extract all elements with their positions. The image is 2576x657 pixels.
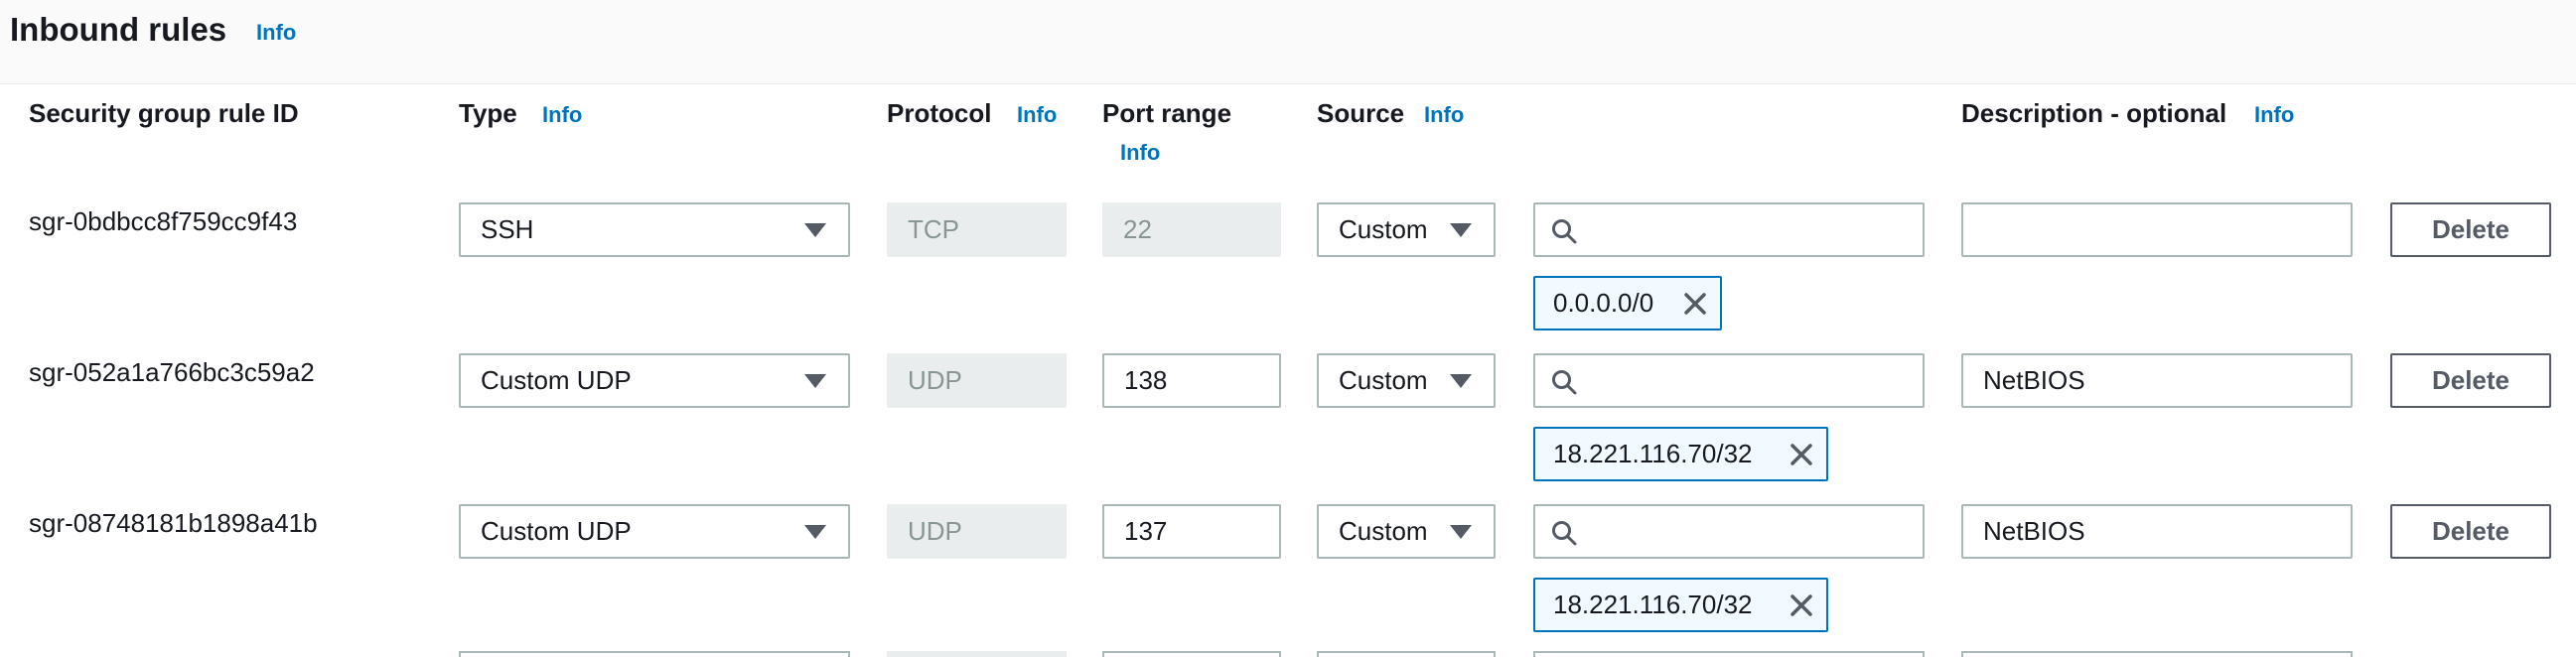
rule-id: sgr-052a1a766bc3c59a2 (29, 357, 315, 387)
cidr-token-label: 18.221.116.70/32 (1553, 439, 1753, 468)
cidr-search-input[interactable] (1533, 504, 1925, 559)
type-info-link[interactable]: Info (542, 101, 582, 129)
description-input[interactable] (1961, 651, 2353, 657)
search-icon (1552, 219, 1577, 244)
type-select[interactable]: SSH (459, 202, 850, 257)
close-icon[interactable] (1789, 442, 1814, 467)
cidr-token: 18.221.116.70/32 (1533, 427, 1828, 481)
source-select-value: Custom (1339, 516, 1428, 546)
caret-down-icon (1450, 374, 1472, 388)
type-select[interactable]: Custom UDP (459, 504, 850, 559)
column-header-protocol: Protocol (887, 98, 992, 128)
cidr-search-input[interactable] (1533, 353, 1925, 408)
caret-down-icon (804, 223, 826, 237)
cidr-token: 0.0.0.0/0 (1533, 276, 1722, 330)
search-icon (1552, 521, 1577, 546)
type-select-value: SSH (481, 214, 534, 244)
type-select-value: Custom UDP (481, 365, 632, 395)
source-info-link[interactable]: Info (1424, 101, 1464, 129)
caret-down-icon (1450, 525, 1472, 539)
column-header-source: Source (1317, 98, 1405, 128)
cidr-token: 18.221.116.70/32 (1533, 578, 1828, 632)
panel-title: Inbound rules (10, 11, 227, 48)
column-header-type: Type (459, 98, 517, 128)
port-range-info-link[interactable]: Info (1120, 139, 1160, 167)
port-range-input[interactable]: 138 (1102, 353, 1281, 408)
source-select[interactable]: Custom (1317, 504, 1496, 559)
cidr-token-label: 0.0.0.0/0 (1553, 288, 1654, 318)
protocol-field: UDP (887, 353, 1067, 408)
protocol-field (887, 651, 1067, 657)
type-select[interactable]: Custom UDP (459, 353, 850, 408)
cidr-search-input[interactable] (1533, 202, 1925, 257)
search-icon (1552, 370, 1577, 395)
caret-down-icon (804, 374, 826, 388)
description-info-link[interactable]: Info (2254, 101, 2294, 129)
protocol-info-link[interactable]: Info (1017, 101, 1057, 129)
source-select[interactable]: Custom (1317, 353, 1496, 408)
close-icon[interactable] (1682, 291, 1708, 317)
caret-down-icon (804, 525, 826, 539)
column-header-port-range: Port range (1102, 98, 1232, 128)
port-range-input[interactable] (1102, 651, 1281, 657)
port-range-field: 22 (1102, 202, 1281, 257)
rule-id: sgr-0bdbcc8f759cc9f43 (29, 206, 298, 236)
column-header-rule-id: Security group rule ID (29, 98, 299, 128)
panel-header: Inbound rules Info (0, 0, 2576, 84)
cidr-search-input[interactable] (1533, 651, 1925, 657)
delete-button[interactable]: Delete (2390, 353, 2551, 408)
caret-down-icon (1450, 223, 1472, 237)
description-input[interactable] (1961, 202, 2353, 257)
delete-button[interactable]: Delete (2390, 504, 2551, 559)
port-range-input[interactable]: 137 (1102, 504, 1281, 559)
close-icon[interactable] (1789, 592, 1814, 618)
protocol-field: TCP (887, 202, 1067, 257)
delete-button[interactable]: Delete (2390, 202, 2551, 257)
type-select-value: Custom UDP (481, 516, 632, 546)
panel-title-info-link[interactable]: Info (256, 19, 296, 47)
rule-id: sgr-08748181b1898a41b (29, 508, 318, 538)
protocol-field: UDP (887, 504, 1067, 559)
description-input[interactable]: NetBIOS (1961, 353, 2353, 408)
source-select[interactable] (1317, 651, 1496, 657)
description-input[interactable]: NetBIOS (1961, 504, 2353, 559)
column-header-description: Description - optional (1961, 98, 2227, 128)
source-select-value: Custom (1339, 214, 1428, 244)
source-select-value: Custom (1339, 365, 1428, 395)
source-select[interactable]: Custom (1317, 202, 1496, 257)
cidr-token-label: 18.221.116.70/32 (1553, 590, 1753, 619)
type-select[interactable] (459, 651, 850, 657)
